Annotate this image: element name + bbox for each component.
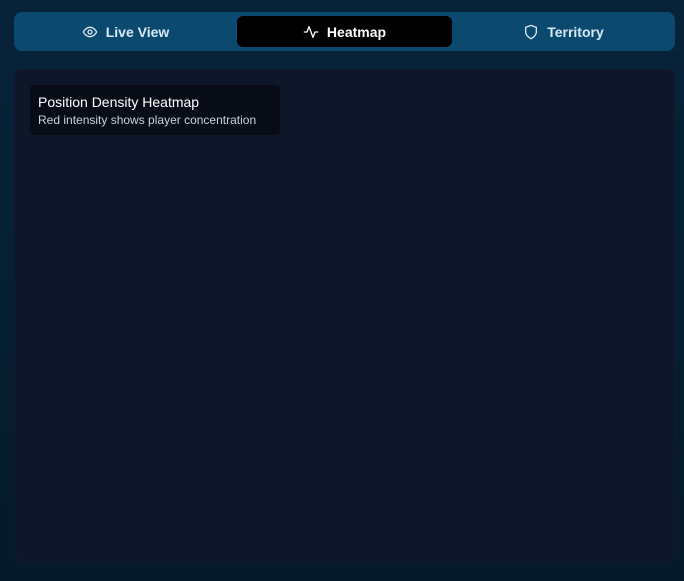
tab-live-view[interactable]: Live View: [18, 16, 233, 47]
activity-icon: [303, 24, 319, 40]
tab-territory[interactable]: Territory: [456, 16, 671, 47]
tab-territory-label: Territory: [547, 23, 604, 40]
heatmap-legend: Position Density Heatmap Red intensity s…: [30, 85, 280, 135]
view-tab-bar: Live View Heatmap Territory: [14, 12, 675, 51]
heatmap-subtitle: Red intensity shows player concentration: [38, 113, 257, 127]
tab-live-view-label: Live View: [105, 23, 170, 40]
heatmap-panel: Position Density Heatmap Red intensity s…: [14, 69, 675, 562]
shield-icon: [523, 24, 539, 40]
app-frame: Live View Heatmap Territory Position Den…: [0, 0, 684, 581]
heatmap-title: Position Density Heatmap: [38, 94, 200, 110]
eye-icon: [82, 24, 98, 40]
tab-heatmap-label: Heatmap: [326, 23, 387, 40]
tab-heatmap[interactable]: Heatmap: [237, 16, 452, 47]
